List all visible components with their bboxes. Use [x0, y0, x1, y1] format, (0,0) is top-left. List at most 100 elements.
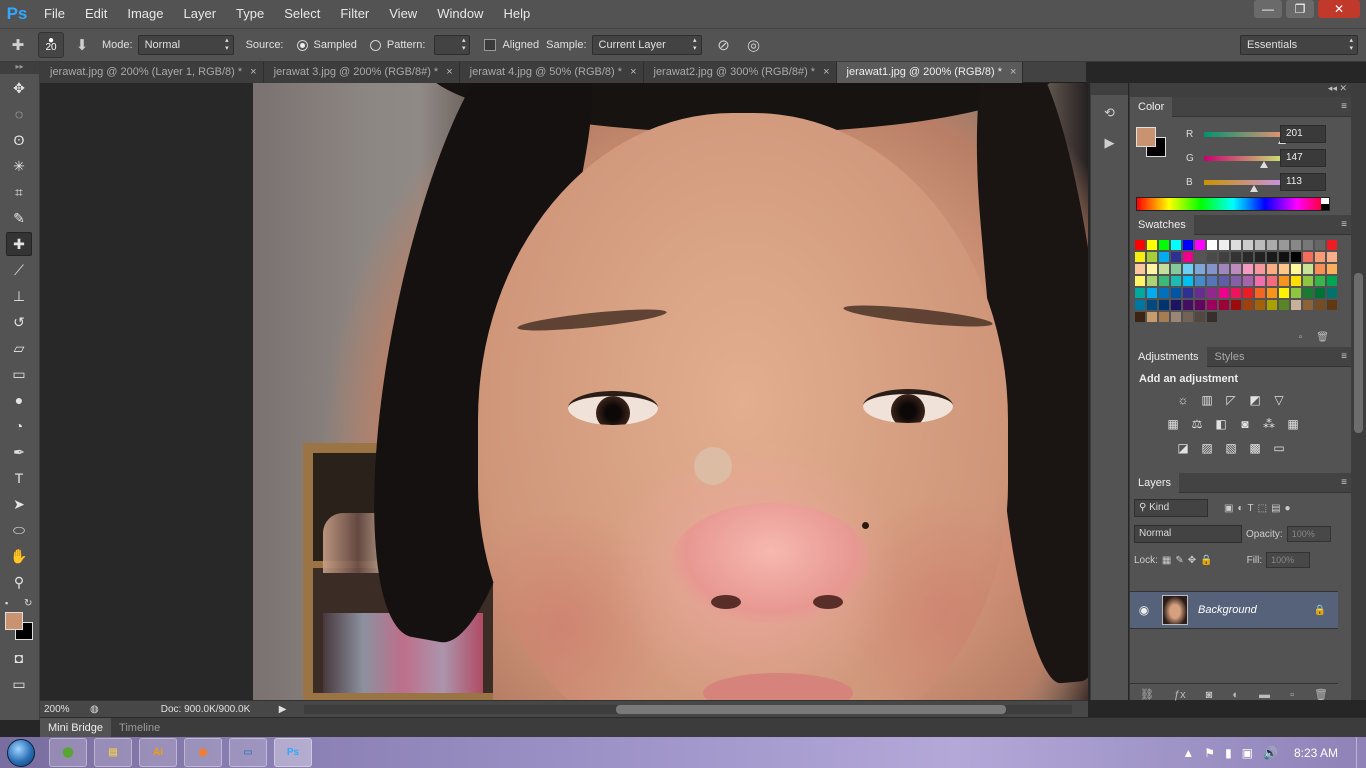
layer-row-background[interactable]: ◉ Background 🔒	[1130, 591, 1338, 629]
swatch[interactable]	[1314, 275, 1326, 287]
swatch[interactable]	[1290, 299, 1302, 311]
filter-pixel-icon[interactable]: ▣	[1224, 503, 1233, 514]
opacity-input[interactable]: 100%	[1286, 526, 1331, 542]
close-tab-icon[interactable]: ×	[1010, 66, 1016, 78]
swatch[interactable]	[1314, 299, 1326, 311]
crop-tool-icon[interactable]: ⌗	[6, 180, 32, 204]
close-tab-icon[interactable]: ×	[250, 66, 256, 78]
swatch[interactable]	[1158, 299, 1170, 311]
swatch[interactable]	[1182, 275, 1194, 287]
swatch[interactable]	[1182, 251, 1194, 263]
taskbar-file-explorer-icon[interactable]: ▤	[94, 738, 132, 767]
selective-color-icon[interactable]: ▭	[1270, 439, 1288, 457]
blend-mode-dropdown[interactable]: Normal	[1134, 525, 1242, 543]
red-value-input[interactable]: 201	[1280, 125, 1326, 143]
swatch[interactable]	[1326, 287, 1338, 299]
aligned-checkbox[interactable]	[484, 39, 497, 51]
menu-filter[interactable]: Filter	[330, 0, 379, 28]
swatch[interactable]	[1134, 275, 1146, 287]
fill-input[interactable]: 100%	[1266, 552, 1311, 568]
start-button[interactable]	[0, 737, 42, 768]
panel-scroll-thumb[interactable]	[1354, 273, 1363, 433]
swatch[interactable]	[1158, 311, 1170, 323]
swatch[interactable]	[1146, 299, 1158, 311]
blue-slider[interactable]: B 113	[1174, 173, 1346, 197]
add-mask-icon[interactable]: ◙	[1206, 689, 1213, 701]
swatch[interactable]	[1158, 263, 1170, 275]
history-icon[interactable]: ⟲	[1097, 101, 1123, 125]
swatch[interactable]	[1266, 275, 1278, 287]
taskbar-window-app-icon[interactable]: ▭	[229, 738, 267, 767]
healing-brush-tool-icon[interactable]: ✚	[6, 232, 32, 256]
clock[interactable]: 8:23 AM	[1294, 746, 1338, 760]
swatch[interactable]	[1170, 311, 1182, 323]
brush-tool-icon[interactable]: ⟋	[6, 258, 32, 282]
swatch[interactable]	[1146, 287, 1158, 299]
lasso-tool-icon[interactable]: ʘ	[6, 128, 32, 152]
black-white-icon[interactable]: ◧	[1212, 415, 1230, 433]
photo-filter-icon[interactable]: ◙	[1236, 415, 1254, 433]
menu-type[interactable]: Type	[226, 0, 274, 28]
filter-shape-icon[interactable]: ⬚	[1258, 503, 1267, 514]
swatch[interactable]	[1134, 239, 1146, 251]
actions-play-icon[interactable]: ▶	[1097, 131, 1123, 155]
menu-select[interactable]: Select	[274, 0, 330, 28]
swatch[interactable]	[1230, 263, 1242, 275]
lock-position-icon[interactable]: ✥	[1188, 555, 1196, 566]
threshold-icon[interactable]: ▧	[1222, 439, 1240, 457]
swatch[interactable]	[1182, 311, 1194, 323]
minimize-button[interactable]: —	[1254, 0, 1282, 18]
document-tab[interactable]: jerawat2.jpg @ 300% (RGB/8#) * ×	[643, 62, 837, 83]
swatch[interactable]	[1314, 251, 1326, 263]
screen-mode-icon[interactable]: ▭	[6, 672, 32, 696]
swatch[interactable]	[1158, 287, 1170, 299]
swatch[interactable]	[1278, 239, 1290, 251]
swatch[interactable]	[1158, 239, 1170, 251]
swatch[interactable]	[1254, 263, 1266, 275]
filter-toggle-icon[interactable]: ●	[1285, 503, 1291, 514]
marquee-tool-icon[interactable]: ◌	[6, 102, 32, 126]
swatch[interactable]	[1302, 239, 1314, 251]
tab-color[interactable]: Color	[1130, 96, 1173, 117]
taskbar-photoshop-icon[interactable]: Ps	[274, 738, 312, 767]
pattern-radio[interactable]	[369, 39, 381, 51]
swatch[interactable]	[1170, 287, 1182, 299]
tab-adjustments[interactable]: Adjustments	[1130, 346, 1207, 367]
ellipse-tool-icon[interactable]: ⬭	[6, 518, 32, 542]
swatch[interactable]	[1290, 239, 1302, 251]
swatch[interactable]	[1146, 239, 1158, 251]
swatch[interactable]	[1278, 263, 1290, 275]
taskbar-app-green-icon[interactable]: ⬤	[49, 738, 87, 767]
swatch[interactable]	[1242, 239, 1254, 251]
delete-layer-icon[interactable]: 🗑	[1314, 688, 1328, 701]
swatch[interactable]	[1290, 251, 1302, 263]
swatch[interactable]	[1290, 275, 1302, 287]
taskbar-firefox-icon[interactable]: ◉	[184, 738, 222, 767]
swatch[interactable]	[1266, 287, 1278, 299]
swatch[interactable]	[1206, 311, 1218, 323]
swatch[interactable]	[1254, 299, 1266, 311]
foreground-color-swatch[interactable]	[5, 612, 23, 630]
pressure-size-icon[interactable]: ◎	[742, 33, 766, 57]
swatch[interactable]	[1158, 251, 1170, 263]
swatch[interactable]	[1326, 275, 1338, 287]
mode-dropdown[interactable]: Normal	[137, 35, 234, 55]
network-icon[interactable]: ▮	[1225, 746, 1232, 760]
swatch[interactable]	[1134, 251, 1146, 263]
swatch[interactable]	[1218, 251, 1230, 263]
swatch[interactable]	[1290, 263, 1302, 275]
document-tab[interactable]: jerawat 4.jpg @ 50% (RGB/8) * ×	[459, 62, 644, 83]
swatch[interactable]	[1230, 275, 1242, 287]
swatch[interactable]	[1218, 287, 1230, 299]
swatch[interactable]	[1206, 263, 1218, 275]
hand-tool-icon[interactable]: ✋	[6, 544, 32, 568]
healing-brush-preset-icon[interactable]: ✚	[6, 33, 30, 57]
swatch[interactable]	[1266, 251, 1278, 263]
swatch[interactable]	[1266, 239, 1278, 251]
swatch[interactable]	[1242, 263, 1254, 275]
dodge-tool-icon[interactable]: ◔	[6, 414, 32, 438]
swatch[interactable]	[1230, 287, 1242, 299]
swatch[interactable]	[1194, 287, 1206, 299]
swatch[interactable]	[1254, 251, 1266, 263]
swatch[interactable]	[1242, 275, 1254, 287]
